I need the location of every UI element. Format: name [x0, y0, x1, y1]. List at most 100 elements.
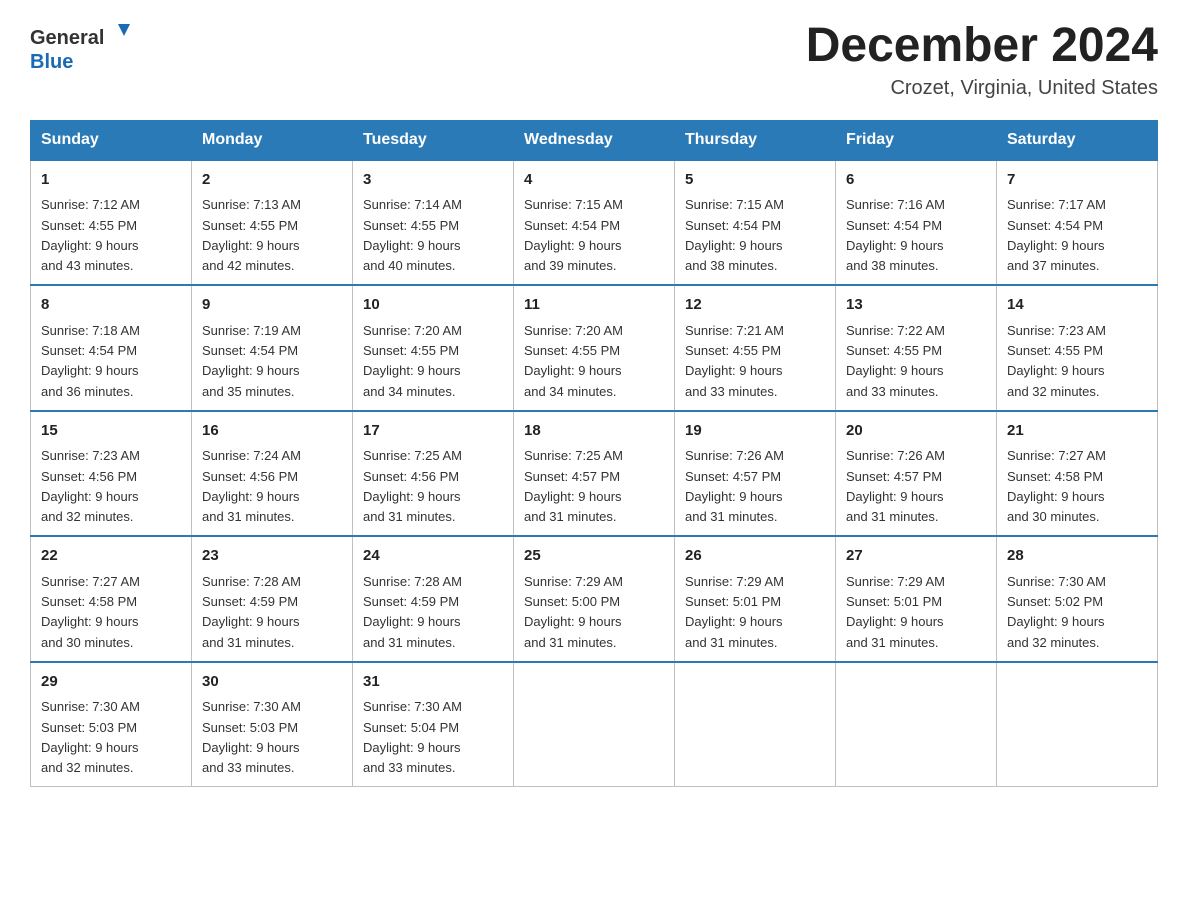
day-number: 3: [363, 169, 503, 192]
calendar-cell: 7 Sunrise: 7:17 AMSunset: 4:54 PMDayligh…: [997, 160, 1158, 286]
header-day-tuesday: Tuesday: [353, 120, 514, 160]
calendar-cell: 25 Sunrise: 7:29 AMSunset: 5:00 PMDaylig…: [514, 536, 675, 662]
day-info: Sunrise: 7:28 AMSunset: 4:59 PMDaylight:…: [363, 574, 462, 650]
header-day-saturday: Saturday: [997, 120, 1158, 160]
calendar-cell: 16 Sunrise: 7:24 AMSunset: 4:56 PMDaylig…: [192, 411, 353, 537]
day-number: 15: [41, 420, 181, 443]
day-number: 5: [685, 169, 825, 192]
day-info: Sunrise: 7:26 AMSunset: 4:57 PMDaylight:…: [846, 448, 945, 524]
day-info: Sunrise: 7:26 AMSunset: 4:57 PMDaylight:…: [685, 448, 784, 524]
calendar-cell: 29 Sunrise: 7:30 AMSunset: 5:03 PMDaylig…: [31, 662, 192, 787]
day-number: 28: [1007, 545, 1147, 568]
header-day-thursday: Thursday: [675, 120, 836, 160]
day-number: 10: [363, 294, 503, 317]
calendar-cell: [997, 662, 1158, 787]
calendar-cell: 5 Sunrise: 7:15 AMSunset: 4:54 PMDayligh…: [675, 160, 836, 286]
day-number: 12: [685, 294, 825, 317]
day-number: 23: [202, 545, 342, 568]
day-number: 1: [41, 169, 181, 192]
calendar-cell: 4 Sunrise: 7:15 AMSunset: 4:54 PMDayligh…: [514, 160, 675, 286]
day-info: Sunrise: 7:25 AMSunset: 4:56 PMDaylight:…: [363, 448, 462, 524]
calendar-cell: 17 Sunrise: 7:25 AMSunset: 4:56 PMDaylig…: [353, 411, 514, 537]
day-number: 19: [685, 420, 825, 443]
day-info: Sunrise: 7:30 AMSunset: 5:02 PMDaylight:…: [1007, 574, 1106, 650]
day-info: Sunrise: 7:16 AMSunset: 4:54 PMDaylight:…: [846, 197, 945, 273]
calendar-cell: 23 Sunrise: 7:28 AMSunset: 4:59 PMDaylig…: [192, 536, 353, 662]
day-number: 9: [202, 294, 342, 317]
location-subtitle: Crozet, Virginia, United States: [806, 77, 1158, 100]
svg-text:General: General: [30, 27, 104, 49]
page-header: General Blue December 2024 Crozet, Virgi…: [30, 20, 1158, 100]
day-info: Sunrise: 7:15 AMSunset: 4:54 PMDaylight:…: [524, 197, 623, 273]
day-info: Sunrise: 7:19 AMSunset: 4:54 PMDaylight:…: [202, 323, 301, 399]
calendar-header: SundayMondayTuesdayWednesdayThursdayFrid…: [31, 120, 1158, 160]
calendar-cell: [836, 662, 997, 787]
calendar-cell: 8 Sunrise: 7:18 AMSunset: 4:54 PMDayligh…: [31, 285, 192, 411]
calendar-week-row: 22 Sunrise: 7:27 AMSunset: 4:58 PMDaylig…: [31, 536, 1158, 662]
calendar-cell: 30 Sunrise: 7:30 AMSunset: 5:03 PMDaylig…: [192, 662, 353, 787]
calendar-cell: 27 Sunrise: 7:29 AMSunset: 5:01 PMDaylig…: [836, 536, 997, 662]
day-number: 22: [41, 545, 181, 568]
month-year-title: December 2024: [806, 20, 1158, 73]
day-info: Sunrise: 7:24 AMSunset: 4:56 PMDaylight:…: [202, 448, 301, 524]
day-info: Sunrise: 7:20 AMSunset: 4:55 PMDaylight:…: [363, 323, 462, 399]
calendar-cell: [514, 662, 675, 787]
calendar-week-row: 1 Sunrise: 7:12 AMSunset: 4:55 PMDayligh…: [31, 160, 1158, 286]
calendar-week-row: 29 Sunrise: 7:30 AMSunset: 5:03 PMDaylig…: [31, 662, 1158, 787]
calendar-cell: 22 Sunrise: 7:27 AMSunset: 4:58 PMDaylig…: [31, 536, 192, 662]
calendar-cell: 12 Sunrise: 7:21 AMSunset: 4:55 PMDaylig…: [675, 285, 836, 411]
day-info: Sunrise: 7:30 AMSunset: 5:03 PMDaylight:…: [41, 699, 140, 775]
day-number: 25: [524, 545, 664, 568]
header-row: SundayMondayTuesdayWednesdayThursdayFrid…: [31, 120, 1158, 160]
calendar-cell: 14 Sunrise: 7:23 AMSunset: 4:55 PMDaylig…: [997, 285, 1158, 411]
day-info: Sunrise: 7:30 AMSunset: 5:03 PMDaylight:…: [202, 699, 301, 775]
day-info: Sunrise: 7:27 AMSunset: 4:58 PMDaylight:…: [1007, 448, 1106, 524]
calendar-cell: 20 Sunrise: 7:26 AMSunset: 4:57 PMDaylig…: [836, 411, 997, 537]
day-number: 13: [846, 294, 986, 317]
title-section: December 2024 Crozet, Virginia, United S…: [806, 20, 1158, 100]
day-number: 20: [846, 420, 986, 443]
header-day-sunday: Sunday: [31, 120, 192, 160]
header-day-monday: Monday: [192, 120, 353, 160]
header-day-wednesday: Wednesday: [514, 120, 675, 160]
calendar-cell: 13 Sunrise: 7:22 AMSunset: 4:55 PMDaylig…: [836, 285, 997, 411]
calendar-cell: 2 Sunrise: 7:13 AMSunset: 4:55 PMDayligh…: [192, 160, 353, 286]
calendar-body: 1 Sunrise: 7:12 AMSunset: 4:55 PMDayligh…: [31, 160, 1158, 787]
logo: General Blue: [30, 20, 140, 75]
day-info: Sunrise: 7:15 AMSunset: 4:54 PMDaylight:…: [685, 197, 784, 273]
calendar-cell: 26 Sunrise: 7:29 AMSunset: 5:01 PMDaylig…: [675, 536, 836, 662]
header-day-friday: Friday: [836, 120, 997, 160]
day-number: 27: [846, 545, 986, 568]
day-info: Sunrise: 7:20 AMSunset: 4:55 PMDaylight:…: [524, 323, 623, 399]
calendar-cell: 3 Sunrise: 7:14 AMSunset: 4:55 PMDayligh…: [353, 160, 514, 286]
day-info: Sunrise: 7:13 AMSunset: 4:55 PMDaylight:…: [202, 197, 301, 273]
day-number: 8: [41, 294, 181, 317]
logo-svg: General Blue: [30, 20, 140, 75]
day-info: Sunrise: 7:21 AMSunset: 4:55 PMDaylight:…: [685, 323, 784, 399]
day-number: 2: [202, 169, 342, 192]
calendar-cell: 21 Sunrise: 7:27 AMSunset: 4:58 PMDaylig…: [997, 411, 1158, 537]
day-info: Sunrise: 7:18 AMSunset: 4:54 PMDaylight:…: [41, 323, 140, 399]
day-info: Sunrise: 7:23 AMSunset: 4:55 PMDaylight:…: [1007, 323, 1106, 399]
day-info: Sunrise: 7:29 AMSunset: 5:00 PMDaylight:…: [524, 574, 623, 650]
calendar-cell: 18 Sunrise: 7:25 AMSunset: 4:57 PMDaylig…: [514, 411, 675, 537]
calendar-cell: 1 Sunrise: 7:12 AMSunset: 4:55 PMDayligh…: [31, 160, 192, 286]
day-number: 24: [363, 545, 503, 568]
day-info: Sunrise: 7:12 AMSunset: 4:55 PMDaylight:…: [41, 197, 140, 273]
calendar-cell: 19 Sunrise: 7:26 AMSunset: 4:57 PMDaylig…: [675, 411, 836, 537]
day-info: Sunrise: 7:17 AMSunset: 4:54 PMDaylight:…: [1007, 197, 1106, 273]
day-info: Sunrise: 7:29 AMSunset: 5:01 PMDaylight:…: [846, 574, 945, 650]
day-number: 18: [524, 420, 664, 443]
day-number: 4: [524, 169, 664, 192]
calendar-cell: 11 Sunrise: 7:20 AMSunset: 4:55 PMDaylig…: [514, 285, 675, 411]
day-number: 11: [524, 294, 664, 317]
calendar-cell: 9 Sunrise: 7:19 AMSunset: 4:54 PMDayligh…: [192, 285, 353, 411]
day-number: 17: [363, 420, 503, 443]
calendar-cell: 28 Sunrise: 7:30 AMSunset: 5:02 PMDaylig…: [997, 536, 1158, 662]
day-number: 21: [1007, 420, 1147, 443]
day-info: Sunrise: 7:29 AMSunset: 5:01 PMDaylight:…: [685, 574, 784, 650]
day-number: 29: [41, 671, 181, 694]
calendar-table: SundayMondayTuesdayWednesdayThursdayFrid…: [30, 120, 1158, 788]
day-number: 30: [202, 671, 342, 694]
calendar-cell: 10 Sunrise: 7:20 AMSunset: 4:55 PMDaylig…: [353, 285, 514, 411]
